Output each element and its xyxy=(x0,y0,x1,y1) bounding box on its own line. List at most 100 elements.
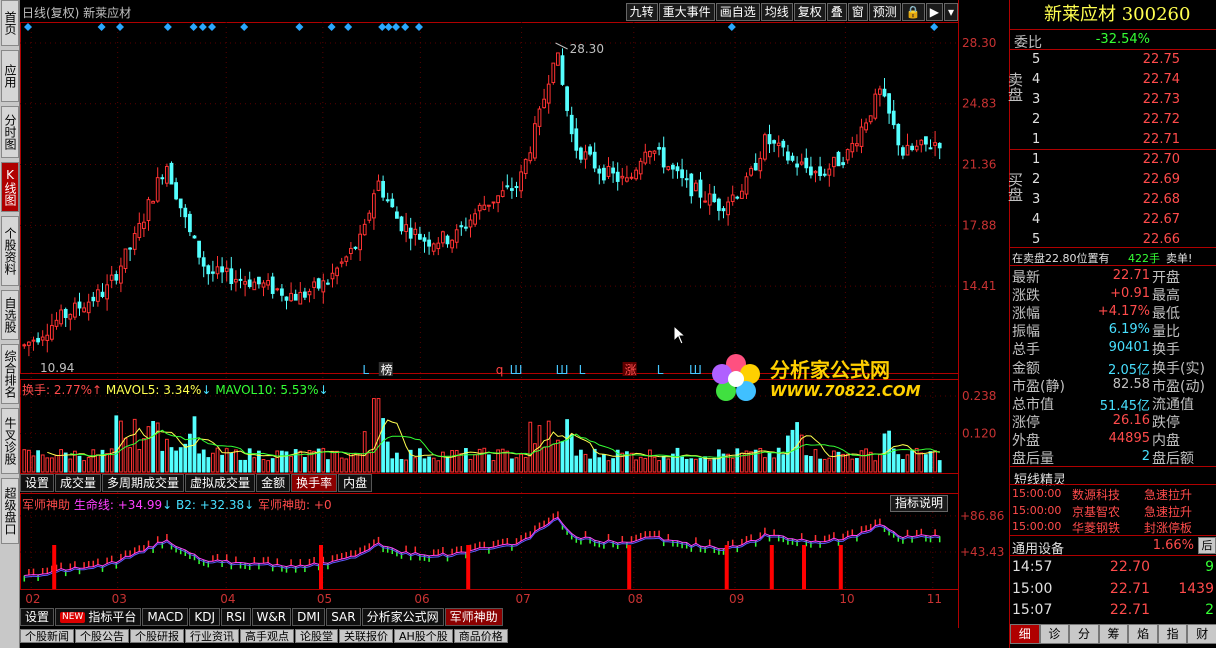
candle-body xyxy=(445,235,450,245)
candle-body xyxy=(408,227,413,239)
panel-tab-4[interactable]: 焰 xyxy=(1128,624,1158,644)
volume-bar xyxy=(781,454,786,473)
volume-tab-1[interactable]: 成交量 xyxy=(55,474,102,492)
indicator-tab-label: KDJ xyxy=(194,610,215,624)
tick-volume: 9 xyxy=(1205,559,1214,575)
indicator-tab-label: MACD xyxy=(147,610,184,624)
sector-back-button[interactable]: 后 xyxy=(1198,537,1216,554)
candle-body xyxy=(473,213,477,225)
candle-body xyxy=(82,307,86,313)
volume-tab-6[interactable]: 内盘 xyxy=(338,474,373,492)
volume-bar xyxy=(344,458,349,473)
indicator-tab-8[interactable]: 分析家公式网 xyxy=(361,608,444,626)
candle-body xyxy=(928,147,933,150)
event-diamond-icon xyxy=(392,23,400,31)
news-tab-1[interactable]: 个股公告 xyxy=(75,629,129,643)
candle-body xyxy=(339,261,344,264)
low-annotation: 10.94 xyxy=(40,361,74,375)
volume-bar xyxy=(680,456,684,473)
volume-bar xyxy=(261,458,266,473)
event-diamond-icon xyxy=(24,23,32,31)
indicator-explain-button[interactable]: 指标说明 xyxy=(890,495,949,512)
indicator-tab-4[interactable]: RSI xyxy=(221,608,251,626)
left-tab-3[interactable]: K线图 xyxy=(1,162,19,212)
candle-body xyxy=(197,240,201,258)
candle-body xyxy=(514,186,519,189)
news-tab-7[interactable]: AH股个股 xyxy=(394,629,453,643)
left-tab-6[interactable]: 综合排名 xyxy=(1,344,19,404)
indicator-tab-0[interactable]: 设置 xyxy=(20,608,55,626)
news-tab-5[interactable]: 论股堂 xyxy=(295,629,338,643)
indicator-tab-6[interactable]: DMI xyxy=(292,608,326,626)
volume-tab-2[interactable]: 多周期成交量 xyxy=(102,474,185,492)
panel-tab-5[interactable]: 指 xyxy=(1157,624,1188,644)
news-tab-8[interactable]: 商品价格 xyxy=(453,629,508,643)
indicator-tab-2[interactable]: MACD xyxy=(142,608,189,626)
volume-tab-3[interactable]: 虚拟成交量 xyxy=(185,474,256,492)
left-tab-4[interactable]: 个股资料 xyxy=(1,216,19,286)
volume-bar xyxy=(772,457,776,473)
indicator-tab-5[interactable]: W&R xyxy=(251,608,292,626)
volume-bar xyxy=(59,449,63,473)
volume-tab-4[interactable]: 金额 xyxy=(256,474,291,492)
volume-bar xyxy=(767,452,772,473)
indicator-tab-1[interactable]: NEW 指标平台 xyxy=(55,608,142,626)
candle-body xyxy=(36,337,40,343)
volume-bar xyxy=(63,452,68,473)
candle-body xyxy=(707,193,712,206)
candle-body xyxy=(491,201,496,204)
left-tab-1[interactable]: 应用 xyxy=(1,50,19,102)
news-tab-4[interactable]: 高手观点 xyxy=(240,629,294,643)
stat-label-2: 盘后额 xyxy=(1152,451,1194,467)
candle-body xyxy=(799,161,804,165)
stat-value: +0.91 xyxy=(1110,286,1150,302)
indicator-tab-9[interactable]: 军师神助 xyxy=(444,608,503,626)
candle-body xyxy=(477,204,482,212)
panel-tab-6[interactable]: 财 xyxy=(1187,624,1216,644)
left-tab-5[interactable]: 自选股 xyxy=(1,290,19,340)
indicator-tab-3[interactable]: KDJ xyxy=(189,608,220,626)
volume-bar xyxy=(707,459,712,473)
news-tab-0[interactable]: 个股新闻 xyxy=(20,629,74,643)
label-mavol10: MAVOL10: 5.53% xyxy=(215,383,319,397)
panel-tab-3[interactable]: 筹 xyxy=(1098,624,1129,644)
candle-body xyxy=(137,222,142,238)
quote-row: 外盘 44895 内盘 xyxy=(1010,429,1216,449)
candle-body xyxy=(763,134,767,160)
candle-body xyxy=(349,247,353,255)
left-tab-8[interactable]: 超级盘口 xyxy=(1,478,19,544)
news-tab-6[interactable]: 关联报价 xyxy=(339,629,393,643)
volume-bar xyxy=(514,457,519,473)
candle-body xyxy=(289,292,293,302)
event-diamond-icon xyxy=(384,23,393,31)
candle-body xyxy=(247,279,252,288)
left-tab-2[interactable]: 分时图 xyxy=(1,106,19,158)
candle-body xyxy=(859,126,864,147)
volume-bar xyxy=(712,457,717,473)
volume-tab-5[interactable]: 换手率 xyxy=(291,474,338,492)
chart-area[interactable]: L榜qШШL涨LШ 28.3024.8321.3617.8814.4102 03 0… xyxy=(20,0,1008,628)
panel-tab-0[interactable]: 细 xyxy=(1010,624,1040,644)
panel-tab-1[interactable]: 诊 xyxy=(1039,624,1070,644)
sector-row[interactable]: 通用设备 1.66% 后 xyxy=(1010,536,1216,557)
left-tab-7[interactable]: 牛叉诊股 xyxy=(1,408,19,474)
candle-body xyxy=(427,239,431,247)
volume-tab-0[interactable]: 设置 xyxy=(20,474,55,492)
indicator-tab-7[interactable]: SAR xyxy=(326,608,361,626)
candle-body xyxy=(868,115,873,123)
quote-row: 15:00 22.71 1439 xyxy=(1010,579,1216,599)
news-tab-2[interactable]: 个股研报 xyxy=(130,629,184,643)
volume-bar xyxy=(459,453,464,473)
volume-bar xyxy=(280,450,284,473)
elf-time: 15:00:00 xyxy=(1012,520,1062,533)
volume-bar xyxy=(367,452,372,473)
candle-body xyxy=(40,336,45,341)
panel-tab-2[interactable]: 分 xyxy=(1069,624,1099,644)
candle-body xyxy=(155,177,160,202)
left-tab-0[interactable]: 首页 xyxy=(1,0,19,46)
volume-bar xyxy=(362,431,367,473)
candle-body xyxy=(142,221,146,229)
volume-bar xyxy=(335,450,339,473)
candle-body xyxy=(211,271,215,274)
news-tab-3[interactable]: 行业资讯 xyxy=(185,629,239,643)
